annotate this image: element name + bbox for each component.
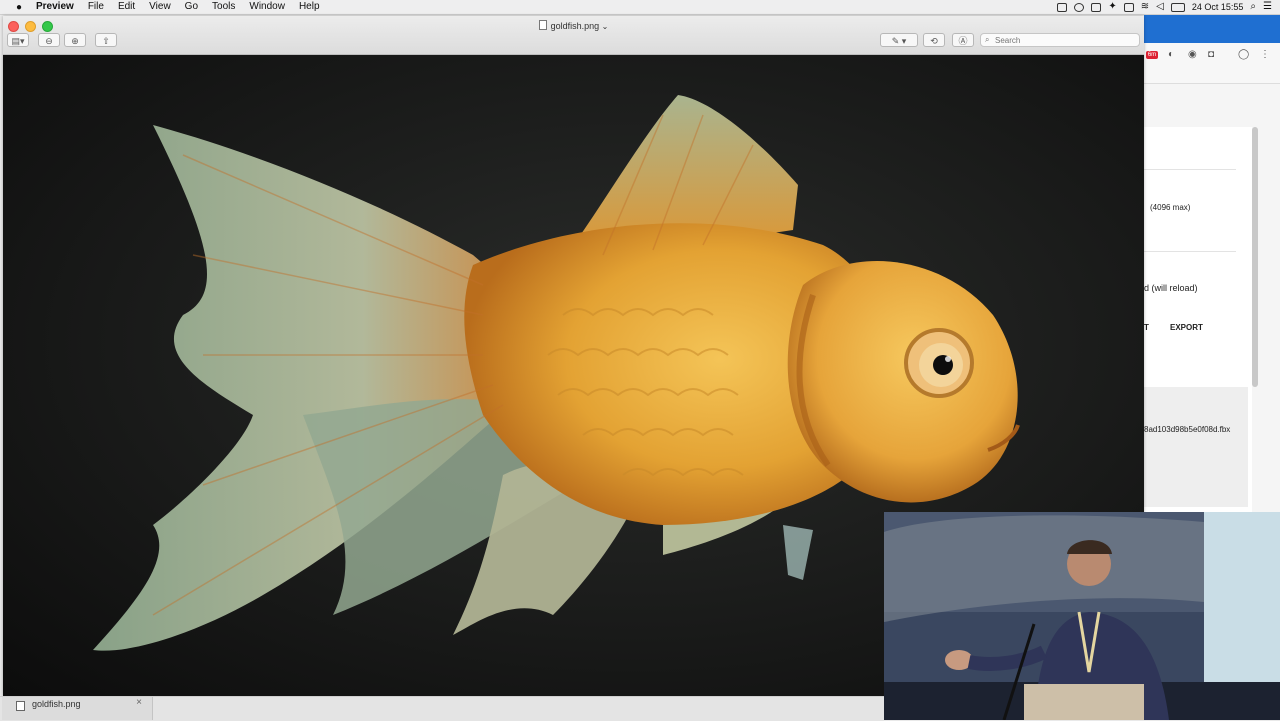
zoom-out-icon: ⊖ xyxy=(45,36,53,46)
share-button[interactable]: ⇧ xyxy=(95,33,117,47)
volume-icon[interactable]: ◁ xyxy=(1156,2,1164,12)
title-chevron-icon: ⌄ xyxy=(601,22,609,31)
browser-tab-strip xyxy=(1144,15,1280,43)
rotate-button[interactable]: ⟲ xyxy=(923,33,945,47)
pen-icon: ✎ ▾ xyxy=(891,36,907,46)
camera-icon[interactable]: ◘ xyxy=(1208,49,1214,60)
search-field[interactable]: ⌕ xyxy=(980,33,1140,47)
menu-view[interactable]: View xyxy=(149,0,171,14)
tab-label: goldfish.png xyxy=(32,699,81,709)
clock[interactable]: 24 Oct 15:55 xyxy=(1192,2,1244,12)
butterfly-icon[interactable]: ✦ xyxy=(1108,2,1116,12)
title-bar: goldfish.png ⌄ ▤▾ ⊖ ⊕ ⇧ ✎ ▾ ⟲ Ⓐ ⌕ xyxy=(3,16,1144,55)
export-button[interactable]: EXPORT xyxy=(1170,323,1203,332)
webcam-overlay xyxy=(884,512,1280,720)
tab-bar: goldfish.png × xyxy=(0,696,884,721)
document-icon xyxy=(538,20,547,30)
profile-icon[interactable]: ◯ xyxy=(1238,49,1249,60)
screen-mirror-icon[interactable] xyxy=(1057,2,1068,12)
rotate-icon: ⟲ xyxy=(930,36,938,46)
sidebar-toggle-button[interactable]: ▤▾ xyxy=(7,33,29,47)
extension-badge: 6m xyxy=(1146,51,1158,59)
apple-icon[interactable]: ● xyxy=(12,2,26,13)
extension-icon[interactable]: ◐ xyxy=(1168,49,1174,60)
sidebar-icon: ▤▾ xyxy=(11,36,25,46)
zoom-out-button[interactable]: ⊖ xyxy=(38,33,60,47)
speaker-video xyxy=(884,512,1280,720)
menu-tools[interactable]: Tools xyxy=(212,0,235,14)
app-status-icon[interactable] xyxy=(1091,2,1102,12)
file-list: 8ad103d98b5e0f08d.fbx xyxy=(1144,387,1248,507)
divider xyxy=(1144,251,1236,252)
anal-fin xyxy=(783,525,813,580)
keyboard-icon[interactable] xyxy=(1123,2,1134,12)
window-title[interactable]: goldfish.png ⌄ xyxy=(3,20,1144,31)
share-icon: ⇧ xyxy=(102,36,110,46)
max-size-label: (4096 max) xyxy=(1150,203,1191,212)
markup-icon: Ⓐ xyxy=(958,36,968,46)
search-icon: ⌕ xyxy=(985,35,990,44)
extension-icon-2[interactable]: ◉ xyxy=(1188,49,1197,60)
zoom-in-button[interactable]: ⊕ xyxy=(64,33,86,47)
menu-window[interactable]: Window xyxy=(249,0,285,14)
menu-go[interactable]: Go xyxy=(185,0,198,14)
menu-app-preview[interactable]: Preview xyxy=(36,0,74,14)
status-area: ✦ ≋ ◁ 24 Oct 15:55 ⌕ ☰ xyxy=(1057,0,1272,14)
divider xyxy=(1144,169,1236,170)
search-input[interactable] xyxy=(995,34,1135,46)
markup-toolbar-button[interactable]: Ⓐ xyxy=(952,33,974,47)
markup-pen-button[interactable]: ✎ ▾ xyxy=(880,33,918,47)
window-title-text: goldfish.png xyxy=(550,21,600,31)
browser-toolbar: 6m ◐ ◉ ◘ ◯ ⋮ xyxy=(1144,43,1280,84)
browser-menu-icon[interactable]: ⋮ xyxy=(1260,49,1270,60)
partial-button-label[interactable]: T xyxy=(1144,323,1149,332)
tab-close-icon[interactable]: × xyxy=(136,697,142,708)
wifi-icon[interactable]: ≋ xyxy=(1141,2,1149,12)
menu-bar: ● Preview File Edit View Go Tools Window… xyxy=(0,0,1280,15)
notification-center-icon[interactable]: ☰ xyxy=(1263,2,1272,12)
tab-goldfish[interactable]: goldfish.png × xyxy=(2,697,153,720)
reload-label: d (will reload) xyxy=(1144,283,1198,293)
spotlight-search-icon[interactable]: ⌕ xyxy=(1250,2,1256,12)
panel-scrollbar[interactable] xyxy=(1252,127,1258,387)
image-file-icon xyxy=(16,701,25,711)
file-name[interactable]: 8ad103d98b5e0f08d.fbx xyxy=(1144,425,1230,434)
zoom-in-icon: ⊕ xyxy=(71,36,79,46)
menu-edit[interactable]: Edit xyxy=(118,0,135,14)
menu-help[interactable]: Help xyxy=(299,0,320,14)
battery-icon[interactable] xyxy=(1170,2,1185,12)
menu-file[interactable]: File xyxy=(88,0,104,14)
sync-icon[interactable] xyxy=(1074,2,1085,12)
fish-eye-highlight xyxy=(945,356,951,362)
